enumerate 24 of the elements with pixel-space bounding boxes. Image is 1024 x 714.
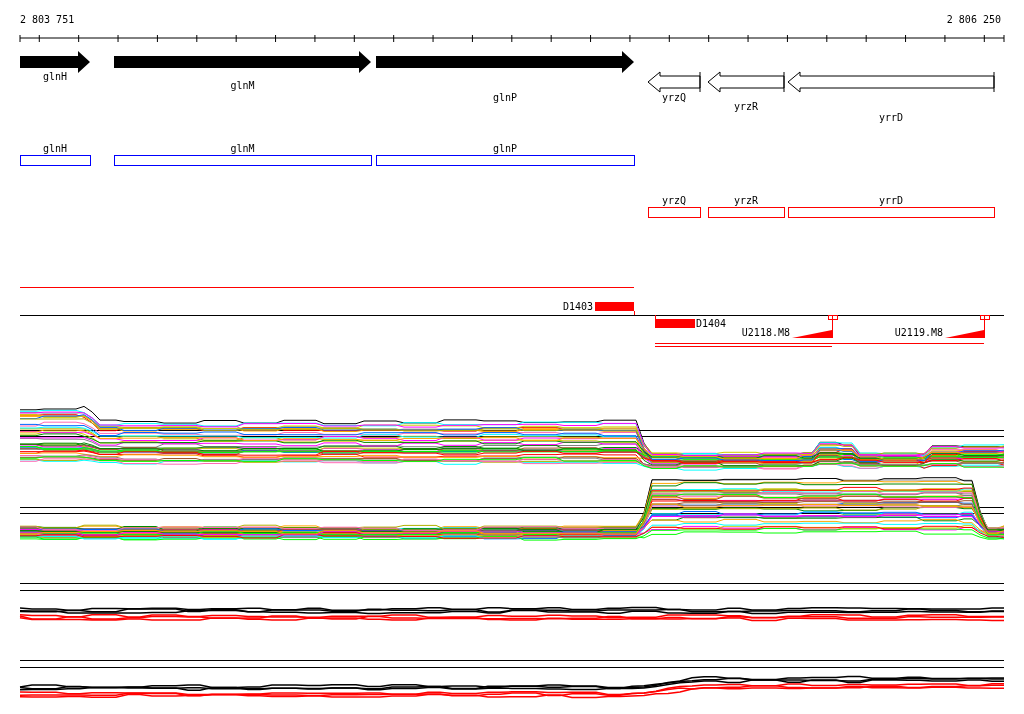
gene-label: yrzR bbox=[733, 101, 759, 112]
gene-label: glnM bbox=[230, 80, 255, 91]
annotation-label: glnP bbox=[492, 143, 518, 154]
start-coordinate: 2 803 751 bbox=[20, 14, 75, 25]
transcript-block bbox=[655, 314, 695, 328]
gene-label: glnH bbox=[42, 71, 68, 82]
ramp-marker bbox=[945, 315, 990, 339]
transcript-label: U2119.M8 bbox=[894, 327, 943, 338]
gene-arrow bbox=[20, 51, 90, 73]
transcript-label: U2118.M8 bbox=[741, 327, 790, 338]
annotation-label: yrzQ bbox=[661, 195, 687, 206]
transcript-label: D1403 bbox=[562, 301, 593, 312]
gene-label: yrrD bbox=[878, 112, 904, 123]
transcript-label: D1404 bbox=[696, 318, 727, 329]
annotation-label: glnM bbox=[230, 143, 255, 154]
ramp-marker bbox=[792, 315, 838, 339]
gene-arrow bbox=[647, 71, 701, 93]
gene-label: yrzQ bbox=[661, 92, 687, 103]
annotation-label: glnH bbox=[42, 143, 68, 154]
gene-label: glnP bbox=[492, 92, 518, 103]
transcript-block bbox=[595, 302, 635, 316]
annotation-label: yrrD bbox=[878, 195, 904, 206]
annotation-label: yrzR bbox=[733, 195, 759, 206]
end-coordinate: 2 806 250 bbox=[946, 14, 1001, 25]
